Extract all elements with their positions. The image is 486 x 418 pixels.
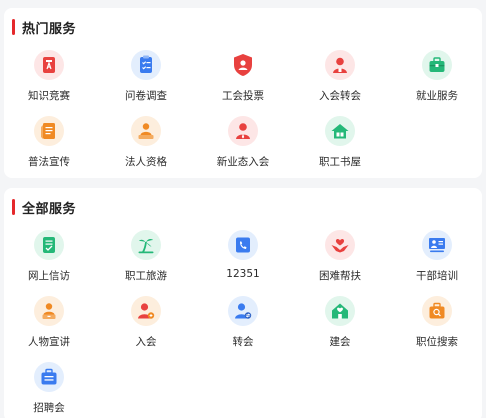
service-item-figure-lecture[interactable]: 人物宣讲	[4, 296, 94, 354]
transfer-person-icon	[228, 296, 258, 326]
section-accent-bar	[12, 199, 15, 215]
clipboard-checklist-icon	[131, 50, 161, 80]
hot-services-header: 热门服务	[12, 19, 77, 37]
palm-tree-icon	[131, 230, 161, 260]
service-item-legal-person[interactable]: 法人资格	[101, 116, 191, 174]
service-label: 法人资格	[125, 156, 167, 168]
hot-services-title: 热门服务	[22, 21, 77, 37]
service-item-new-format-join[interactable]: 新业态入会	[198, 116, 288, 174]
service-label: 职位搜索	[416, 336, 458, 348]
service-item-employment[interactable]: 就业服务	[392, 50, 482, 108]
service-label: 职工旅游	[125, 270, 167, 282]
build-union-icon	[325, 296, 355, 326]
quiz-book-icon	[34, 50, 64, 80]
service-item-online-petition[interactable]: 网上信访	[4, 230, 94, 288]
service-label: 干部培训	[416, 270, 458, 282]
service-label: 转会	[232, 336, 254, 348]
service-item-law-publicity[interactable]: 普法宣传	[4, 116, 94, 174]
service-label: 问卷调查	[125, 90, 167, 102]
service-label: 建会	[329, 336, 351, 348]
recruitment-fair-icon	[34, 362, 64, 392]
library-house-icon	[325, 116, 355, 146]
service-item-questionnaire[interactable]: 问卷调查	[101, 50, 191, 108]
law-scroll-icon	[34, 116, 64, 146]
briefcase-icon	[422, 50, 452, 80]
service-label: 12351	[226, 268, 260, 280]
join-union-icon	[131, 296, 161, 326]
hot-services-card: 热门服务 知识竞赛 问卷调查 工会投票 入会转会 就业服务 普法宣传 法人资格 …	[4, 8, 482, 178]
service-item-union-vote[interactable]: 工会投票	[198, 50, 288, 108]
online-petition-icon	[34, 230, 64, 260]
shield-vote-icon	[228, 50, 258, 80]
service-label: 网上信访	[28, 270, 70, 282]
service-item-hardship-assistance[interactable]: 困难帮扶	[295, 230, 385, 288]
service-item-transfer[interactable]: 转会	[198, 296, 288, 354]
new-member-icon	[228, 116, 258, 146]
legal-person-icon	[131, 116, 161, 146]
service-label: 入会转会	[319, 90, 361, 102]
service-label: 普法宣传	[28, 156, 70, 168]
all-services-header: 全部服务	[12, 199, 77, 217]
all-services-title: 全部服务	[22, 201, 77, 217]
section-accent-bar	[12, 19, 15, 35]
service-label: 知识竞赛	[28, 90, 70, 102]
service-label: 人物宣讲	[28, 336, 70, 348]
job-search-icon	[422, 296, 452, 326]
speaker-person-icon	[34, 296, 64, 326]
service-item-build-union[interactable]: 建会	[295, 296, 385, 354]
service-item-workers-travel[interactable]: 职工旅游	[101, 230, 191, 288]
service-item-knowledge-contest[interactable]: 知识竞赛	[4, 50, 94, 108]
service-label: 工会投票	[222, 90, 264, 102]
service-label: 招聘会	[33, 402, 65, 414]
service-item-hotline-12351[interactable]: 12351	[198, 230, 288, 288]
service-label: 新业态入会	[216, 156, 270, 168]
phone-hotline-icon	[228, 230, 258, 260]
service-item-join[interactable]: 入会	[101, 296, 191, 354]
service-item-job-search[interactable]: 职位搜索	[392, 296, 482, 354]
service-label: 入会	[135, 336, 157, 348]
service-label: 职工书屋	[319, 156, 361, 168]
service-item-workers-library[interactable]: 职工书屋	[295, 116, 385, 174]
service-item-cadre-training[interactable]: 干部培训	[392, 230, 482, 288]
service-label: 困难帮扶	[319, 270, 361, 282]
member-transfer-icon	[325, 50, 355, 80]
service-item-join-transfer[interactable]: 入会转会	[295, 50, 385, 108]
helping-hands-icon	[325, 230, 355, 260]
service-item-recruitment-fair[interactable]: 招聘会	[4, 362, 94, 418]
service-label: 就业服务	[416, 90, 458, 102]
all-services-card: 全部服务 网上信访 职工旅游 12351 困难帮扶 干部培训 人物宣讲 入会 转…	[4, 188, 482, 418]
training-board-icon	[422, 230, 452, 260]
